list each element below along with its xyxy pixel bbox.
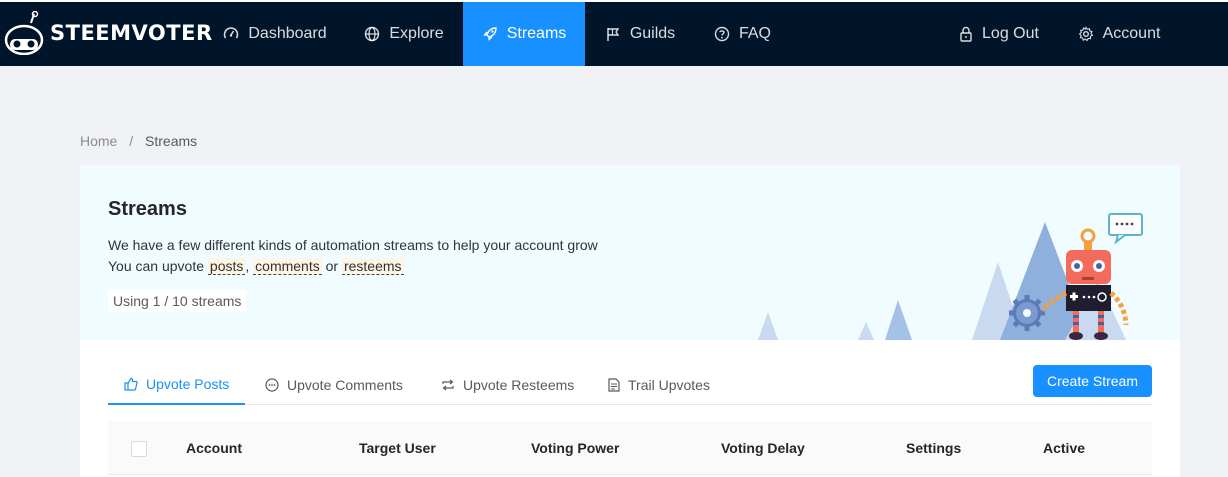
nav-account-label: Account	[1102, 25, 1161, 42]
like-icon	[124, 377, 138, 391]
banner-description: We have a few different kinds of automat…	[108, 237, 598, 253]
tab-upvote-comments[interactable]: Upvote Comments	[265, 364, 403, 405]
stream-tabs: Upvote Posts Upvote Comments Upvote Rest…	[108, 364, 1152, 405]
stream-usage-badge: Using 1 / 10 streams	[108, 290, 247, 312]
streams-banner: Streams We have a few different kinds of…	[80, 165, 1180, 340]
nav-dashboard-label: Dashboard	[248, 25, 327, 42]
nav-faq[interactable]: FAQ	[695, 2, 790, 66]
nav-guilds[interactable]: Guilds	[585, 2, 695, 66]
create-stream-button[interactable]: Create Stream	[1033, 365, 1152, 397]
resteems-link[interactable]: resteems	[341, 258, 404, 275]
gear-illustration-icon	[1009, 295, 1045, 331]
nav-account[interactable]: Account	[1058, 2, 1180, 66]
column-active: Active	[1043, 440, 1086, 456]
globe-icon	[365, 26, 380, 42]
message-icon	[265, 377, 279, 392]
breadcrumb-current: Streams	[145, 133, 198, 149]
column-settings: Settings	[906, 440, 962, 456]
breadcrumb-separator: /	[129, 133, 134, 149]
breadcrumb: Home / Streams	[80, 133, 197, 149]
links-comma: ,	[245, 258, 250, 274]
nav-explore[interactable]: Explore	[345, 2, 463, 66]
dashboard-icon	[224, 27, 239, 39]
column-target-user: Target User	[359, 440, 436, 456]
nav-guilds-label: Guilds	[629, 25, 676, 42]
column-account: Account	[186, 440, 242, 456]
nav-logout[interactable]: Log Out	[940, 2, 1058, 66]
column-voting-delay: Voting Delay	[721, 440, 805, 456]
robot-logo-icon	[4, 11, 44, 55]
gear-icon	[1078, 26, 1093, 42]
rocket-icon	[482, 27, 497, 41]
tab-upvote-posts[interactable]: Upvote Posts	[108, 364, 245, 405]
tab-upvote-posts-label: Upvote Posts	[146, 375, 230, 392]
top-navbar: STEEMVOTER Dashboard Explore Streams Gui…	[0, 0, 1228, 66]
nav-streams[interactable]: Streams	[463, 2, 585, 66]
tab-upvote-resteems[interactable]: Upvote Resteems	[441, 364, 574, 405]
banner-links-line: You can upvote posts, comments or restee…	[108, 258, 404, 275]
nav-explore-label: Explore	[389, 25, 444, 42]
page-title: Streams	[108, 198, 187, 220]
nav-dashboard[interactable]: Dashboard	[205, 2, 345, 66]
streams-table-header: Account Target User Voting Power Voting …	[108, 421, 1152, 475]
links-or: or	[325, 258, 339, 274]
nav-streams-label: Streams	[506, 25, 567, 42]
lock-icon	[960, 26, 972, 42]
tab-upvote-resteems-label: Upvote Resteems	[463, 376, 575, 393]
streams-content: Upvote Posts Upvote Comments Upvote Rest…	[80, 340, 1180, 477]
banner-links-prefix: You can upvote	[108, 258, 205, 274]
select-all-checkbox[interactable]	[131, 441, 147, 457]
brand-logo[interactable]: STEEMVOTER	[4, 8, 213, 58]
column-voting-power: Voting Power	[531, 440, 620, 456]
nav-faq-label: FAQ	[738, 25, 771, 42]
flag-icon	[607, 28, 620, 41]
tab-trail-upvotes-label: Trail Upvotes	[628, 376, 710, 393]
brand-name: STEEMVOTER	[50, 21, 213, 45]
retweet-icon	[442, 379, 454, 390]
comments-link[interactable]: comments	[253, 258, 322, 275]
tab-trail-upvotes[interactable]: Trail Upvotes	[608, 364, 710, 405]
tab-upvote-comments-label: Upvote Comments	[287, 376, 403, 393]
breadcrumb-home[interactable]: Home	[80, 133, 117, 149]
speech-bubble-icon	[1108, 213, 1143, 245]
posts-link[interactable]: posts	[207, 258, 246, 275]
file-text-icon	[608, 377, 620, 392]
nav-logout-label: Log Out	[982, 25, 1039, 42]
question-circle-icon	[714, 26, 730, 42]
